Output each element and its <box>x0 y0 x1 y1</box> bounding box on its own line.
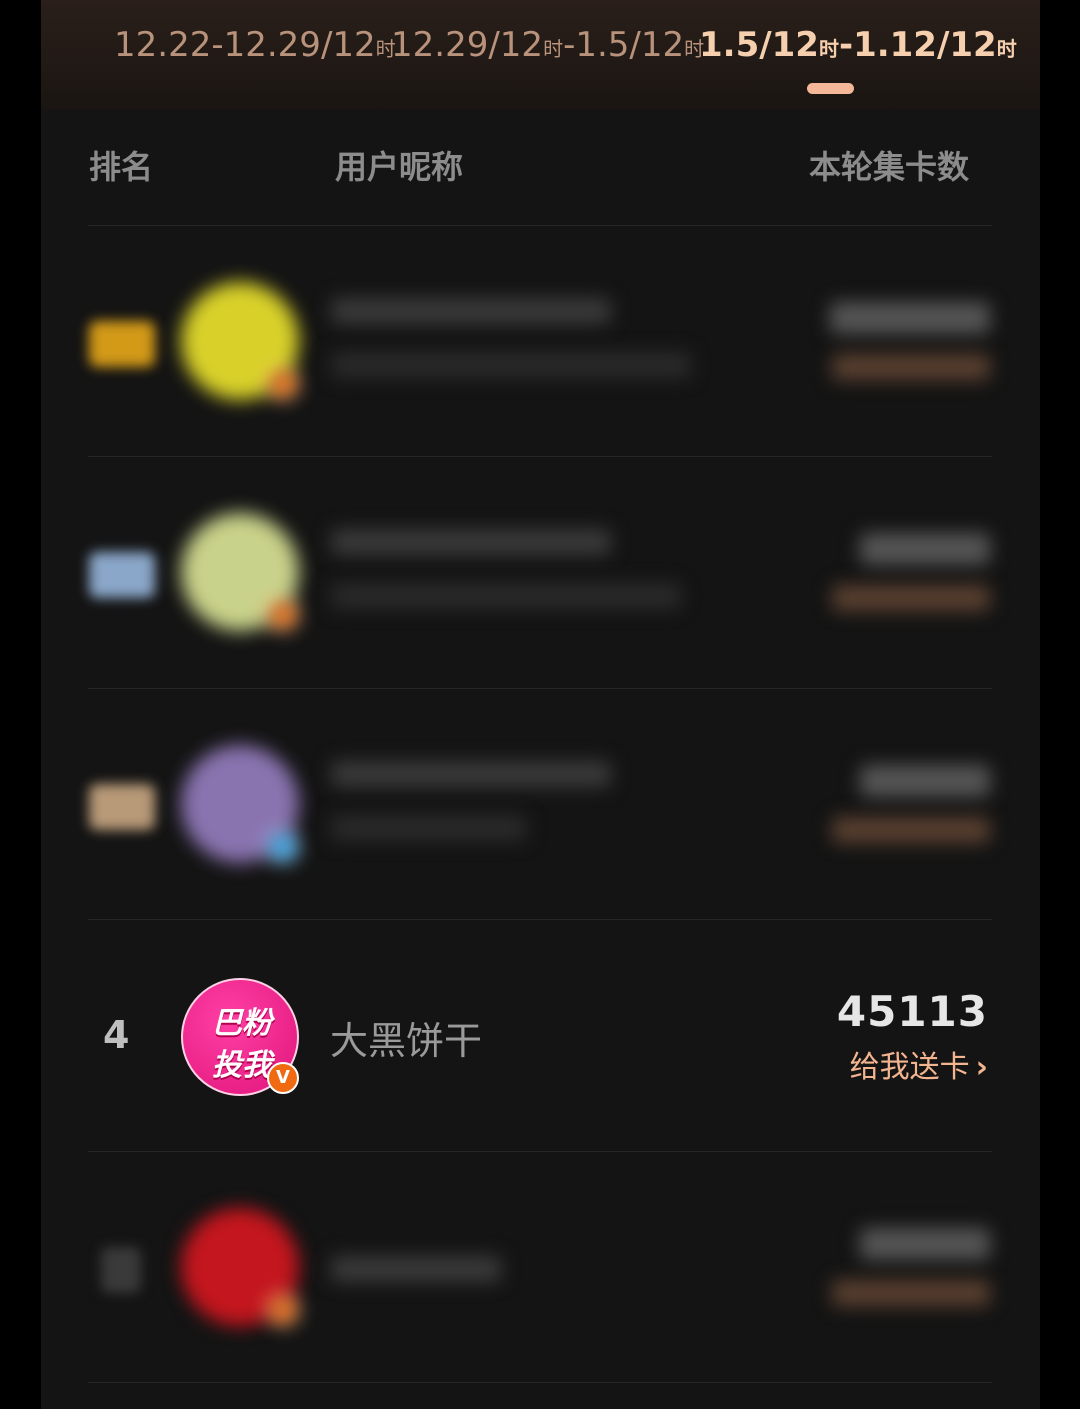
blurred-give-link <box>832 1280 990 1306</box>
tab-period-2[interactable]: 12.29/12时-1.5/12时 <box>391 22 704 68</box>
verified-badge-icon <box>267 1294 299 1326</box>
table-row[interactable] <box>41 226 1040 456</box>
blurred-nickname <box>331 529 611 555</box>
header-nickname: 用户昵称 <box>335 148 464 186</box>
blurred-give-link <box>832 817 990 843</box>
rank-medal-icon <box>89 784 155 830</box>
header-cards: 本轮集卡数 <box>809 148 970 186</box>
active-tab-indicator <box>807 83 854 94</box>
card-count: 45113 <box>836 987 988 1036</box>
user-nickname[interactable]: 大黑饼干 <box>330 1010 482 1065</box>
blurred-score <box>860 533 990 565</box>
rank-medal-icon <box>89 321 155 367</box>
blurred-give-link <box>832 585 990 611</box>
blurred-score <box>860 765 990 797</box>
table-row[interactable] <box>41 689 1040 919</box>
rank-number: 4 <box>103 1013 130 1057</box>
rank-number-blurred <box>101 1247 141 1293</box>
blurred-signature <box>331 352 691 378</box>
tab-period-1[interactable]: 12.22-12.29/12时 <box>114 22 396 68</box>
blurred-nickname <box>331 298 611 324</box>
table-row[interactable] <box>41 1152 1040 1382</box>
blurred-signature <box>331 583 681 609</box>
tab-period-3[interactable]: 1.5/12时-1.12/12时 <box>699 22 1017 68</box>
divider <box>88 1382 992 1383</box>
rank-medal-icon <box>89 552 155 598</box>
verified-badge-icon <box>267 599 299 631</box>
verified-badge-icon <box>267 368 299 400</box>
chevron-right-icon: › <box>975 1050 988 1085</box>
blurred-nickname <box>331 1256 501 1282</box>
blurred-score <box>860 1228 990 1260</box>
blurred-signature <box>331 815 526 841</box>
verified-badge-icon <box>267 831 299 863</box>
verified-badge-icon: V <box>267 1062 299 1094</box>
blurred-give-link <box>832 354 990 380</box>
table-row[interactable]: 4 巴粉 投我 V 大黑饼干 45113 给我送卡 › <box>41 920 1040 1150</box>
give-card-link[interactable]: 给我送卡 › <box>850 1042 988 1086</box>
header-rank: 排名 <box>89 148 154 186</box>
table-row[interactable] <box>41 457 1040 687</box>
blurred-score <box>830 302 990 334</box>
blurred-nickname <box>331 761 611 787</box>
